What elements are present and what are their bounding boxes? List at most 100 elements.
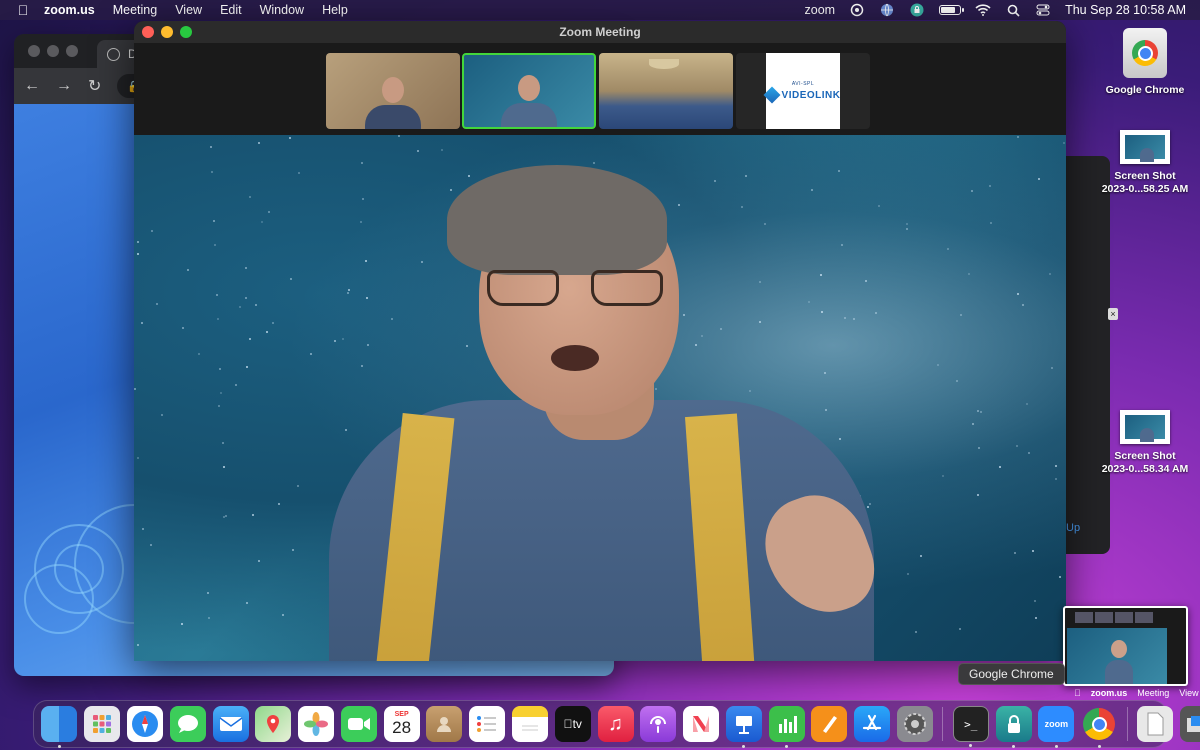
music-icon[interactable]: ♫ xyxy=(597,706,634,742)
radar-icon[interactable] xyxy=(849,3,865,17)
news-icon[interactable] xyxy=(683,706,720,742)
photos-icon[interactable] xyxy=(298,706,335,742)
menu-help[interactable]: Help xyxy=(322,3,348,17)
back-arrow-icon[interactable]: ← xyxy=(24,77,40,95)
active-speaker-video[interactable] xyxy=(134,135,1066,661)
control-center-icon[interactable] xyxy=(1035,3,1051,17)
mail-icon[interactable] xyxy=(212,706,249,742)
desktop-icon-sublabel: 2023-0...58.34 AM xyxy=(1101,463,1189,475)
participant-gallery-strip: AVI-SPL VIDEOLINK xyxy=(134,43,1066,135)
star-decoration xyxy=(207,592,210,594)
screenshot-preview-thumbnail[interactable] xyxy=(1063,606,1188,686)
star-decoration xyxy=(220,392,223,395)
participant-thumbnail-active-speaker[interactable] xyxy=(462,53,596,129)
vpn-app-icon[interactable] xyxy=(995,706,1032,748)
desktop-google-chrome[interactable]: Google Chrome xyxy=(1090,28,1200,97)
star-decoration xyxy=(246,365,249,368)
participant-thumbnail-videolink[interactable]: AVI-SPL VIDEOLINK xyxy=(736,53,870,129)
battery-icon[interactable] xyxy=(939,5,965,15)
zoom-meeting-window[interactable]: Zoom Meeting AVI-SPL VIDEOLINK xyxy=(134,21,1066,661)
star-decoration xyxy=(277,502,280,505)
star-decoration xyxy=(967,272,970,275)
forward-arrow-icon[interactable]: → xyxy=(56,77,72,95)
system-preferences-icon[interactable] xyxy=(897,706,934,742)
desktop-icon-label: Google Chrome xyxy=(1105,84,1185,96)
desktop-screenshot-2[interactable]: Screen Shot 2023-0...58.34 AM xyxy=(1090,410,1200,476)
wifi-icon[interactable] xyxy=(975,3,991,17)
pages-icon[interactable] xyxy=(811,706,848,742)
menu-edit[interactable]: Edit xyxy=(220,3,242,17)
apple-menu-icon[interactable]:  xyxy=(14,2,32,18)
star-decoration xyxy=(1028,451,1031,454)
star-decoration xyxy=(150,229,153,232)
reminders-icon[interactable] xyxy=(469,706,506,742)
globe-icon[interactable] xyxy=(879,3,895,17)
star-decoration xyxy=(297,485,300,488)
desktop-screenshot-1[interactable]: Screen Shot 2023-0...58.25 AM xyxy=(1090,130,1200,196)
menu-view[interactable]: View xyxy=(175,3,202,17)
star-decoration xyxy=(222,516,225,519)
facetime-icon[interactable] xyxy=(340,706,377,742)
star-decoration xyxy=(137,643,140,646)
vpn-lock-icon[interactable] xyxy=(909,3,925,17)
reload-icon[interactable]: ↻ xyxy=(88,76,101,96)
window-minimize-button[interactable] xyxy=(161,26,173,38)
star-decoration xyxy=(593,162,596,165)
star-decoration xyxy=(238,305,241,308)
star-decoration xyxy=(249,337,252,340)
star-decoration xyxy=(1038,178,1041,181)
participant-thumbnail-room[interactable] xyxy=(599,53,733,129)
finder-icon[interactable] xyxy=(41,706,78,748)
videolink-logo-text: VIDEOLINK xyxy=(781,89,841,101)
app-store-icon[interactable] xyxy=(854,706,891,742)
star-decoration xyxy=(1013,552,1016,555)
star-decoration xyxy=(980,411,983,414)
messages-icon[interactable] xyxy=(169,706,206,742)
window-close-button[interactable] xyxy=(142,26,154,38)
terminal-icon[interactable]: >_ xyxy=(952,706,989,747)
desktop-icon-sublabel: 2023-0...58.25 AM xyxy=(1101,183,1189,195)
preview-menu-bar:  zoom.us Meeting View xyxy=(1064,686,1200,700)
star-decoration xyxy=(1016,444,1019,447)
google-chrome-icon[interactable] xyxy=(1081,706,1117,748)
menu-clock[interactable]: Thu Sep 28 10:58 AM xyxy=(1065,3,1186,17)
tab-globe-icon xyxy=(107,47,120,61)
videolink-cube-icon xyxy=(763,86,781,104)
close-icon[interactable]: × xyxy=(1108,308,1118,320)
calendar-icon[interactable]: SEP 28 xyxy=(383,706,420,742)
star-decoration xyxy=(197,352,200,355)
numbers-icon[interactable] xyxy=(768,706,805,748)
apple-tv-icon[interactable]: tv xyxy=(554,706,591,742)
document-file-icon[interactable] xyxy=(1136,706,1173,742)
window-maximize-button[interactable] xyxy=(180,26,192,38)
menu-window[interactable]: Window xyxy=(260,3,304,17)
podcasts-icon[interactable] xyxy=(640,706,677,742)
star-decoration xyxy=(937,364,940,367)
keynote-icon[interactable] xyxy=(725,706,762,748)
spotlight-search-icon[interactable] xyxy=(1005,3,1021,17)
contacts-icon[interactable] xyxy=(426,706,463,742)
panel-label[interactable]: Up xyxy=(1066,522,1080,534)
zoom-title-bar[interactable]: Zoom Meeting xyxy=(134,21,1066,43)
zoom-status-item[interactable]: zoom xyxy=(805,3,836,17)
star-decoration xyxy=(261,220,264,223)
star-decoration xyxy=(919,555,922,558)
participant-thumbnail[interactable] xyxy=(326,53,460,129)
menu-bar:  zoom.us Meeting View Edit Window Help … xyxy=(0,0,1200,20)
menu-app-name[interactable]: zoom.us xyxy=(44,3,95,17)
star-decoration xyxy=(416,150,419,153)
chrome-traffic-lights[interactable] xyxy=(28,45,85,57)
menu-meeting[interactable]: Meeting xyxy=(113,3,157,17)
safari-icon[interactable] xyxy=(126,706,163,742)
zoom-app-icon[interactable]: zoom xyxy=(1038,706,1075,748)
star-decoration xyxy=(1032,550,1035,553)
star-decoration xyxy=(397,135,400,137)
star-decoration xyxy=(141,528,144,531)
preview-apple-icon:  xyxy=(1074,688,1081,698)
star-decoration xyxy=(960,314,963,317)
dock: SEP 28 tv ♫ >_ z xyxy=(33,700,1200,748)
downloads-stack-icon[interactable] xyxy=(1179,706,1200,742)
launchpad-icon[interactable] xyxy=(84,706,121,742)
notes-icon[interactable] xyxy=(511,706,548,742)
maps-icon[interactable] xyxy=(255,706,292,742)
